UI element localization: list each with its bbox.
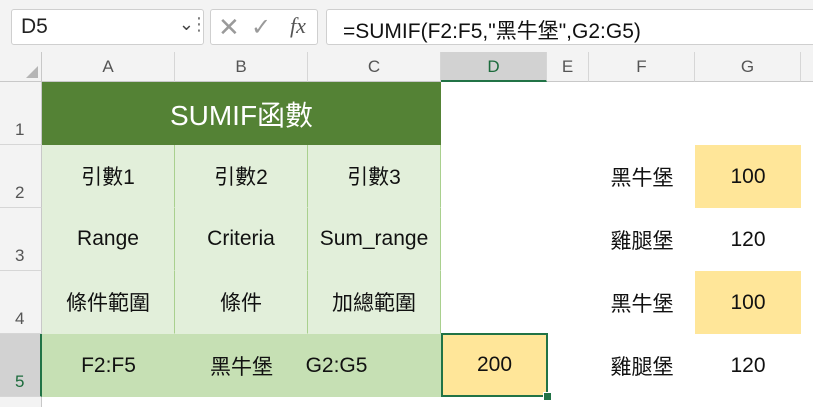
cell-f2[interactable]: 黑牛堡	[589, 145, 695, 208]
cell-g5[interactable]: 120	[695, 334, 801, 397]
column-header-f[interactable]: F	[589, 52, 695, 82]
check-icon[interactable]: ✓	[251, 13, 271, 42]
column-header-g[interactable]: G	[695, 52, 801, 82]
name-box-value: D5	[21, 15, 48, 38]
row-header-6-partial[interactable]	[0, 397, 42, 407]
row-header-3[interactable]: 3	[0, 208, 42, 271]
result-cell-d5[interactable]: 200	[441, 333, 548, 397]
cell-f5[interactable]: 雞腿堡	[589, 334, 695, 397]
cell-b4[interactable]: 條件	[175, 271, 308, 334]
cell-c5[interactable]: G2:G5	[270, 334, 403, 397]
row-header-4[interactable]: 4	[0, 271, 42, 334]
cell-g3[interactable]: 120	[695, 208, 801, 271]
cell-b2[interactable]: 引數2	[175, 145, 308, 208]
cell-c4[interactable]: 加總範圍	[308, 271, 441, 334]
row-number: 1	[15, 120, 25, 139]
row-header-5[interactable]: 5	[0, 334, 42, 397]
cell-b3[interactable]: Criteria	[175, 208, 308, 271]
column-header-h-partial[interactable]	[801, 52, 813, 82]
column-header-b[interactable]: B	[175, 52, 308, 82]
cell-g2[interactable]: 100	[695, 145, 801, 208]
cancel-icon[interactable]: ✕	[218, 12, 240, 43]
cell-f3[interactable]: 雞腿堡	[589, 208, 695, 271]
cell-c3[interactable]: Sum_range	[308, 208, 441, 271]
formula-bar: D5 ⌄ ⋮ ✕ ✓ fx =SUMIF(F2:F5,"黑牛堡",G2:G5)	[0, 0, 813, 52]
row-number: 3	[15, 246, 25, 265]
formula-buttons: ✕ ✓ fx	[210, 9, 318, 45]
row-header-1[interactable]: 1	[0, 82, 42, 145]
name-box[interactable]: D5 ⌄	[11, 9, 204, 45]
insert-function-icon[interactable]: fx	[290, 13, 306, 39]
more-options-icon[interactable]: ⋮	[190, 14, 208, 35]
cell-c2[interactable]: 引數3	[308, 145, 441, 208]
formula-input[interactable]: =SUMIF(F2:F5,"黑牛堡",G2:G5)	[326, 9, 813, 45]
cell-a5[interactable]: F2:F5	[42, 334, 175, 397]
formula-text: =SUMIF(F2:F5,"黑牛堡",G2:G5)	[343, 20, 641, 43]
fill-handle[interactable]	[543, 392, 552, 401]
cell-g4[interactable]: 100	[695, 271, 801, 334]
row-number: 5	[15, 372, 25, 391]
column-header-e[interactable]: E	[547, 52, 589, 82]
select-all-icon	[26, 66, 38, 78]
column-header-a[interactable]: A	[42, 52, 175, 82]
row-number: 4	[15, 309, 25, 328]
cell-a2[interactable]: 引數1	[42, 145, 175, 208]
table-title[interactable]: SUMIF函數	[42, 82, 441, 145]
column-header-c[interactable]: C	[308, 52, 441, 82]
row-number: 2	[15, 183, 25, 202]
cell-a3[interactable]: Range	[42, 208, 175, 271]
column-header-d[interactable]: D	[441, 52, 547, 82]
cell-a4[interactable]: 條件範圍	[42, 271, 175, 334]
row-header-2[interactable]: 2	[0, 145, 42, 208]
cell-f4[interactable]: 黑牛堡	[589, 271, 695, 334]
select-all-corner[interactable]	[0, 52, 42, 82]
